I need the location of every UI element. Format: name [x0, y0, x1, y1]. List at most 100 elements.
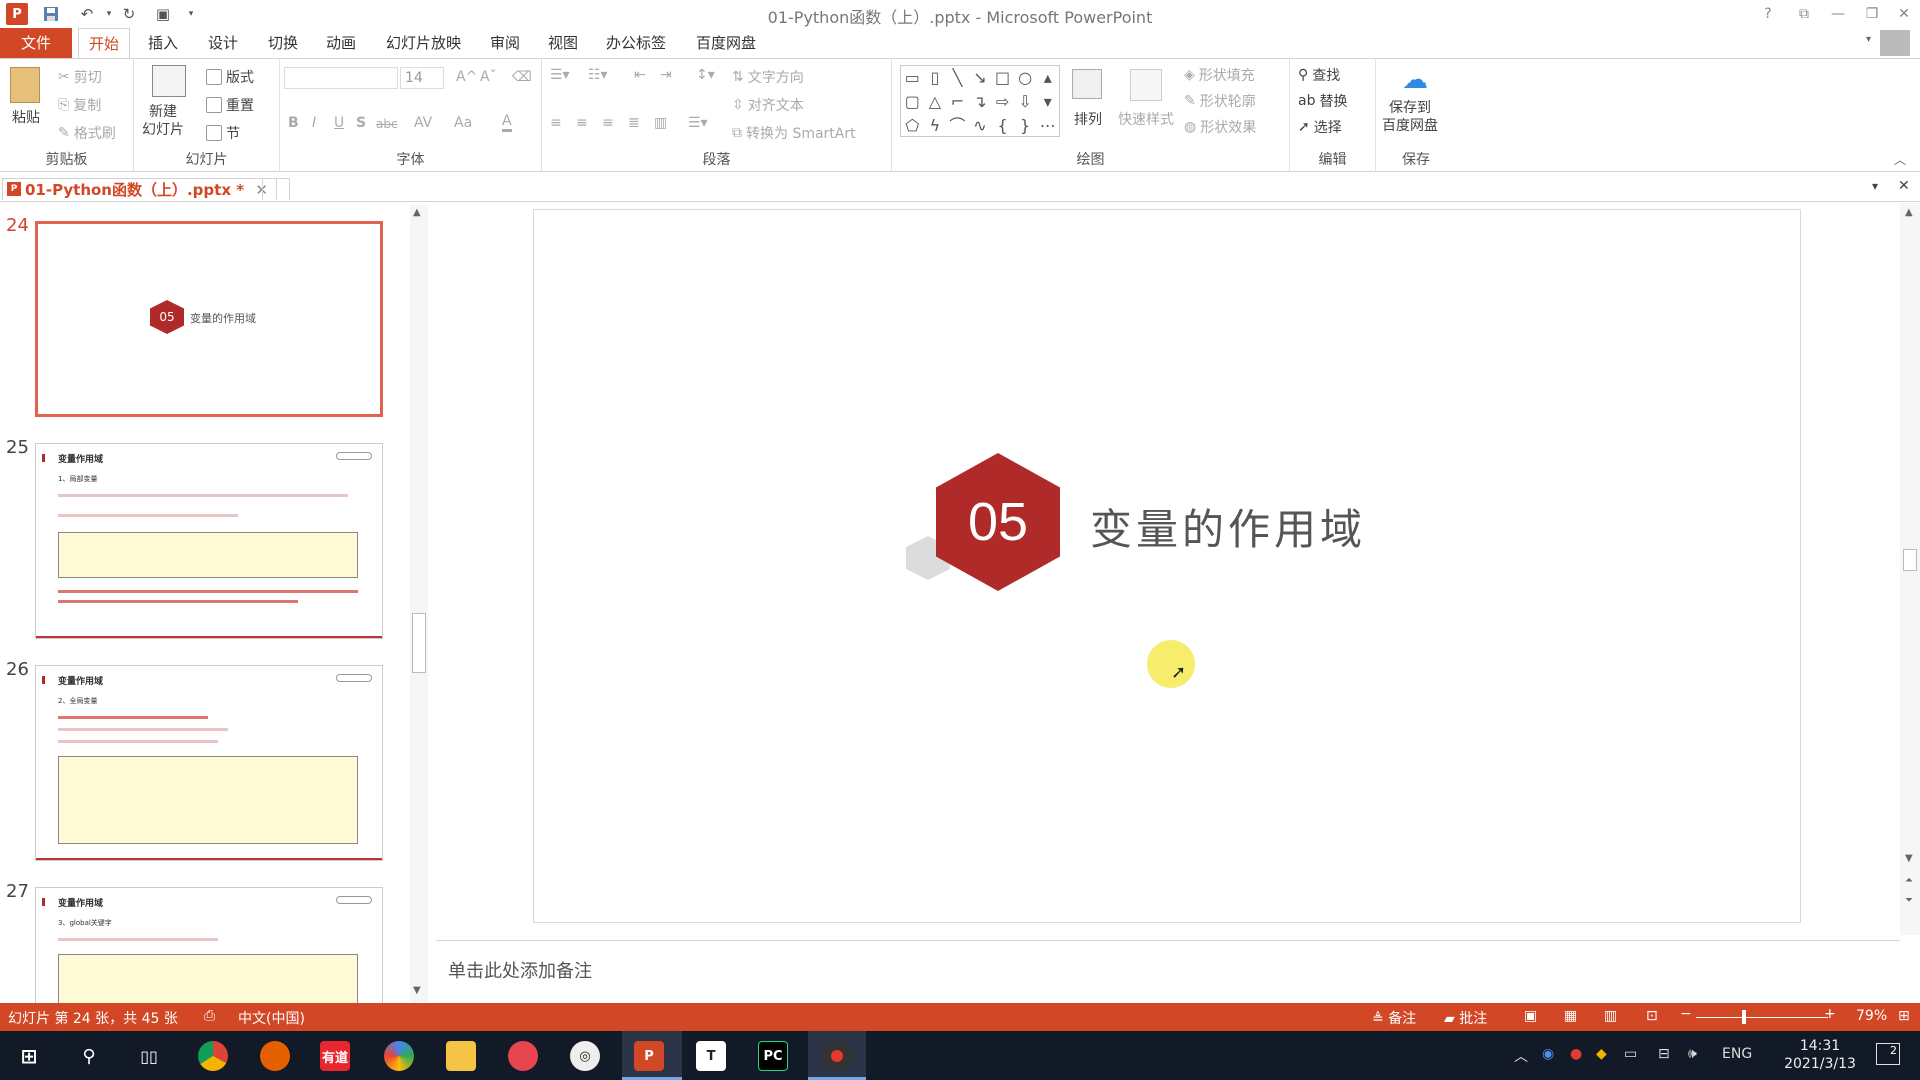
textbox-shape-icon[interactable]: ▭ — [901, 66, 924, 90]
scroll-up-icon[interactable]: ▲ — [1905, 207, 1913, 218]
notification-center-icon[interactable]: 2 — [1876, 1043, 1900, 1065]
elbow-connector-icon[interactable]: ⌐ — [946, 90, 969, 114]
search-icon[interactable]: ⚲ — [74, 1041, 104, 1071]
tab-review[interactable]: 审阅 — [480, 28, 530, 58]
brace-left-icon[interactable]: { — [991, 114, 1014, 138]
shape-outline-button[interactable]: ✎ 形状轮廓 — [1184, 91, 1256, 111]
notes-toggle[interactable]: ≜ 备注 — [1372, 1008, 1416, 1028]
slide-thumbnail-27[interactable]: 变量作用域 3、global关键字 — [35, 887, 383, 1003]
font-size-input[interactable]: 14 — [400, 67, 444, 89]
align-center-icon[interactable]: ≡ — [576, 115, 588, 131]
triangle-shape-icon[interactable]: △ — [924, 90, 947, 114]
section-number-badge[interactable]: 05 — [936, 453, 1060, 591]
find-button[interactable]: ⚲ 查找 — [1298, 65, 1340, 85]
align-right-icon[interactable]: ≡ — [602, 115, 614, 131]
reset-button[interactable]: 重置 — [206, 95, 254, 115]
scroll-down-icon[interactable]: ▼ — [1905, 853, 1913, 864]
minimize-button[interactable]: — — [1822, 2, 1854, 26]
justify-icon[interactable]: ≣ — [628, 115, 640, 131]
text-direction-button[interactable]: ⇅ 文字方向 — [732, 67, 804, 87]
battery-icon[interactable]: ▭ — [1624, 1046, 1637, 1062]
zoom-out-icon[interactable]: − — [1680, 1006, 1692, 1022]
arrange-button[interactable]: 排列 — [1074, 109, 1102, 129]
tab-file[interactable]: 文件 — [0, 28, 72, 58]
ime-indicator[interactable]: ENG — [1722, 1046, 1752, 1062]
shape-fill-button[interactable]: ◈ 形状填充 — [1184, 65, 1255, 85]
restore-button[interactable]: ❐ — [1856, 2, 1888, 26]
task-view-icon[interactable]: ▯▯ — [134, 1041, 164, 1071]
current-slide[interactable]: 05 变量的作用域 ➚ — [533, 209, 1801, 923]
align-text-button[interactable]: ⇳ 对齐文本 — [732, 95, 804, 115]
rectangle-shape-icon[interactable]: □ — [991, 66, 1014, 90]
next-slide-icon[interactable]: ⏷ — [1905, 895, 1913, 906]
browser-icon[interactable] — [384, 1041, 414, 1071]
zoom-in-icon[interactable]: + — [1824, 1006, 1836, 1022]
char-spacing-button[interactable]: AV — [414, 115, 432, 131]
underline-button[interactable]: U — [334, 115, 344, 131]
tab-slideshow[interactable]: 幻灯片放映 — [376, 28, 471, 58]
slide-thumbnail-24[interactable]: 05 变量的作用域 — [35, 221, 383, 417]
down-arrow-shape-icon[interactable]: ⇩ — [1014, 90, 1037, 114]
arc-icon[interactable]: ⌒ — [946, 114, 969, 138]
paste-icon[interactable] — [10, 67, 40, 103]
zoom-slider-thumb[interactable] — [1742, 1010, 1746, 1024]
gallery-up-icon[interactable]: ▴ — [1036, 66, 1059, 90]
numbering-icon[interactable]: ☷▾ — [588, 67, 608, 83]
fit-to-window-icon[interactable]: ⊞ — [1898, 1008, 1910, 1024]
normal-view-icon[interactable]: ▣ — [1524, 1008, 1537, 1024]
grow-font-icon[interactable]: A^ — [456, 69, 477, 85]
doc-tab[interactable]: P 01-Python函数（上）.pptx * ✕ — [2, 178, 277, 200]
line-shape-icon[interactable]: ╲ — [946, 66, 969, 90]
decrease-indent-icon[interactable]: ⇤ — [634, 67, 646, 83]
shape-gallery[interactable]: ▭ ▯ ╲ ↘ □ ○ ▴ ▢ △ ⌐ ↴ ⇨ ⇩ ▾ ⬠ ϟ ⌒ ∿{} ⋯ — [900, 65, 1060, 137]
explorer-icon[interactable] — [446, 1041, 476, 1071]
notes-placeholder[interactable]: 单击此处添加备注 — [448, 957, 592, 983]
avatar[interactable] — [1880, 30, 1910, 56]
save-to-baidu-button[interactable]: 保存到 百度网盘 — [1382, 99, 1438, 135]
thumbnail-scrollbar[interactable]: ▲ ▼ — [410, 205, 428, 1002]
vertical-textbox-icon[interactable]: ▯ — [924, 66, 947, 90]
replace-button[interactable]: ab 替换 — [1298, 91, 1347, 111]
slide-heading[interactable]: 变量的作用域 — [1090, 496, 1366, 557]
slideshow-view-icon[interactable]: ⊡ — [1646, 1008, 1658, 1024]
app-tray-icon[interactable]: ◆ — [1596, 1046, 1607, 1062]
line-spacing-icon[interactable]: ↕▾ — [696, 67, 715, 83]
help-button[interactable]: ? — [1752, 2, 1784, 26]
arrow-line-icon[interactable]: ↘ — [969, 66, 992, 90]
tab-animations[interactable]: 动画 — [316, 28, 366, 58]
italic-button[interactable]: I — [312, 115, 316, 131]
shrink-font-icon[interactable]: Aˇ — [480, 69, 497, 85]
previous-slide-icon[interactable]: ⏶ — [1905, 875, 1913, 886]
connector-icon[interactable]: ↴ — [969, 90, 992, 114]
clear-format-icon[interactable]: ⌫ — [512, 69, 532, 85]
select-button[interactable]: ➚ 选择 — [1298, 117, 1342, 137]
clock[interactable]: 14:31 2021/3/13 — [1780, 1037, 1860, 1073]
slide-thumbnail-26[interactable]: 变量作用域 2、全局变量 — [35, 665, 383, 861]
recorder-icon[interactable] — [822, 1041, 852, 1071]
scroll-up-icon[interactable]: ▲ — [413, 207, 421, 218]
new-slide-button[interactable]: 新建 幻灯片 — [142, 103, 184, 139]
tab-view[interactable]: 视图 — [538, 28, 588, 58]
bold-button[interactable]: B — [288, 115, 299, 131]
format-painter-button[interactable]: ✎ 格式刷 — [58, 123, 116, 143]
rounded-rect-icon[interactable]: ▢ — [901, 90, 924, 114]
cut-button[interactable]: ✂ 剪切 — [58, 67, 102, 87]
firefox-icon[interactable] — [260, 1041, 290, 1071]
volume-icon[interactable]: 🕪 — [1688, 1046, 1697, 1062]
gallery-more-icon[interactable]: ⋯ — [1036, 114, 1059, 138]
slide-scrollbar[interactable]: ▲ ▼ ⏶ ⏷ — [1900, 203, 1920, 935]
collapse-ribbon-icon[interactable]: ︿ — [1894, 151, 1906, 168]
tab-office-tabs[interactable]: 办公标签 — [596, 28, 676, 58]
new-tab-button[interactable] — [262, 178, 290, 200]
account-dropdown-icon[interactable]: ▾ — [1866, 34, 1871, 45]
increase-indent-icon[interactable]: ⇥ — [660, 67, 672, 83]
reading-view-icon[interactable]: ▥ — [1604, 1008, 1617, 1024]
oval-shape-icon[interactable]: ○ — [1014, 66, 1037, 90]
youdao-icon[interactable]: 有道 — [320, 1041, 350, 1071]
tab-list-dropdown-icon[interactable]: ▾ — [1872, 179, 1878, 193]
curve-icon[interactable]: ∿ — [969, 114, 992, 138]
lightning-icon[interactable]: ϟ — [924, 114, 947, 138]
comments-toggle[interactable]: ▰ 批注 — [1444, 1008, 1487, 1028]
new-slide-icon[interactable] — [152, 65, 186, 97]
quick-styles-icon[interactable] — [1130, 69, 1162, 101]
